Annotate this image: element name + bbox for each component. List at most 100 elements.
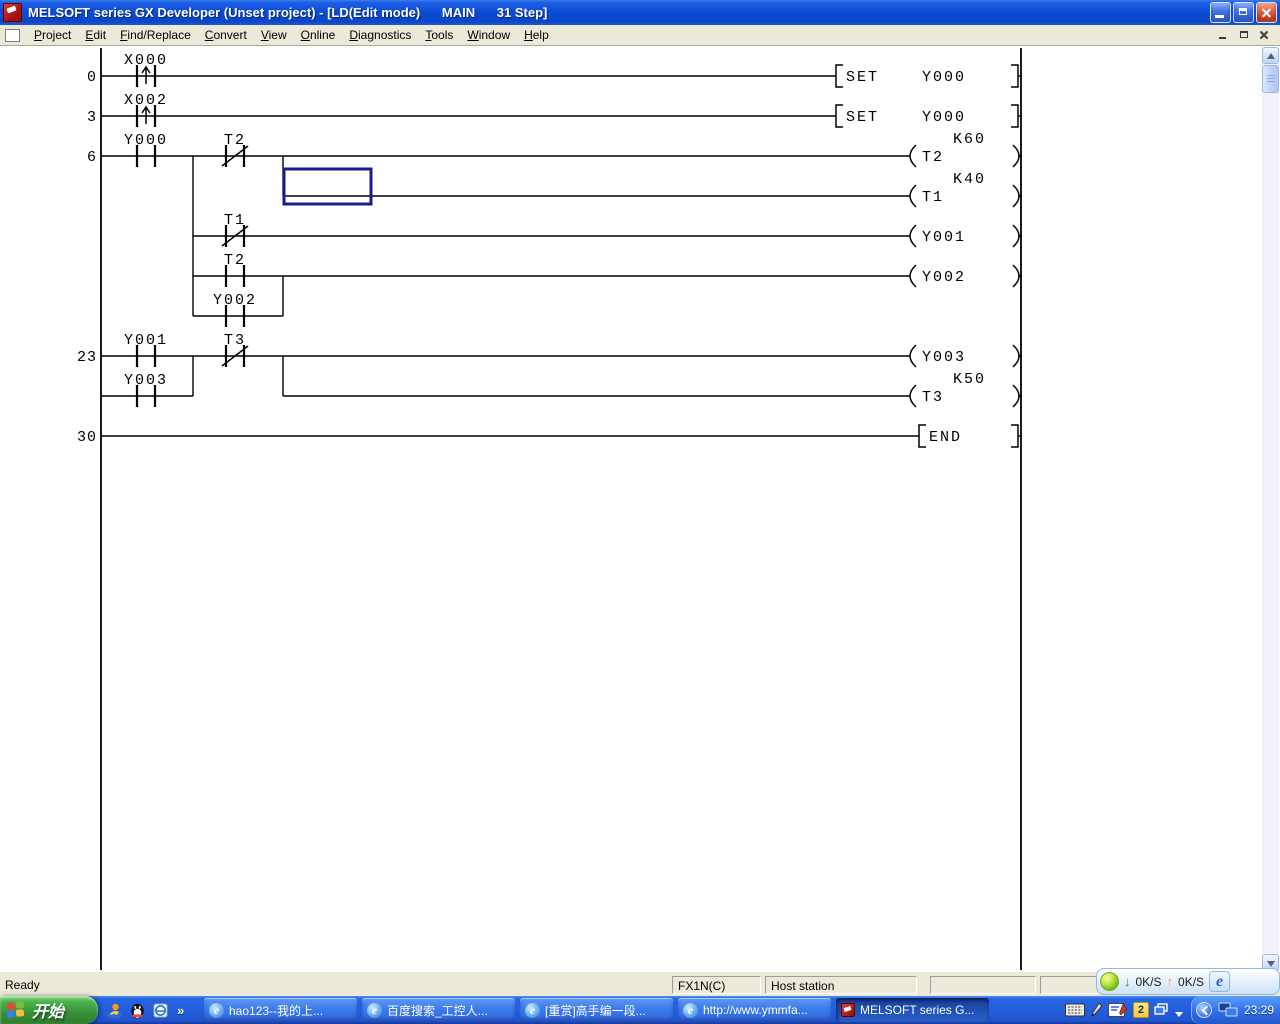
taskbar-button-hao123[interactable]: e hao123--我的上... bbox=[204, 998, 357, 1022]
restore-button[interactable] bbox=[1233, 2, 1254, 23]
status-panel-empty-1 bbox=[930, 976, 1036, 994]
ladder-contact-x002-rising[interactable]: X002 bbox=[124, 92, 168, 127]
taskbar-button-baidu-search[interactable]: e百度搜索_工控人... bbox=[362, 998, 515, 1022]
hide-icons-chevron[interactable] bbox=[1196, 1002, 1212, 1018]
language-bar-options-caret[interactable] bbox=[1175, 1012, 1183, 1017]
start-button[interactable]: 开始 bbox=[0, 996, 98, 1024]
menu-item-edit[interactable]: Edit bbox=[78, 25, 113, 45]
coil-left-paren bbox=[910, 265, 916, 287]
arrow-up-icon bbox=[1267, 53, 1275, 59]
contact-label: T2 bbox=[224, 132, 246, 149]
ladder-step-number: 23 bbox=[77, 349, 97, 366]
ie-task-icon: e bbox=[209, 1003, 224, 1018]
ladder-contact-y002-no[interactable]: Y002 bbox=[213, 292, 257, 327]
taskbar-button-label: MELSOFT series G... bbox=[860, 1003, 974, 1017]
coil-label: Y002 bbox=[922, 269, 966, 286]
coil-left-paren bbox=[910, 385, 916, 407]
status-station: Host station bbox=[765, 976, 917, 994]
mdi-close-button[interactable] bbox=[1256, 28, 1272, 42]
pen-icon[interactable] bbox=[1090, 1002, 1103, 1018]
ladder-editor[interactable]: 0362330X000X002Y000T2T1T2Y002Y001T3Y003T… bbox=[0, 47, 1262, 971]
ladder-edit-cursor[interactable] bbox=[284, 169, 371, 204]
status-ready: Ready bbox=[5, 978, 40, 992]
ladder-step-number: 0 bbox=[87, 69, 97, 86]
quick-launch-overflow-chevron[interactable]: » bbox=[177, 1003, 184, 1018]
quick-launch-messenger-icon[interactable] bbox=[106, 1002, 123, 1019]
menu-item-find-replace[interactable]: Find/Replace bbox=[113, 25, 198, 45]
quick-launch-ie-icon[interactable] bbox=[152, 1002, 169, 1019]
ladder-diagram[interactable]: 0362330X000X002Y000T2T1T2Y002Y001T3Y003T… bbox=[0, 47, 1262, 971]
close-button[interactable] bbox=[1256, 2, 1277, 23]
taskbar-button-label: 百度搜索_工控人... bbox=[387, 1002, 488, 1019]
coil-param: K40 bbox=[953, 171, 986, 188]
ime-status-icon[interactable] bbox=[1108, 1002, 1128, 1018]
ladder-coil-t2[interactable]: T2K60 bbox=[910, 131, 1021, 167]
ie-task-icon: e bbox=[683, 1003, 698, 1018]
minimize-button[interactable] bbox=[1210, 2, 1231, 23]
ladder-instruction-set[interactable]: SETY000 bbox=[836, 105, 1021, 127]
instr-opcode: SET bbox=[846, 109, 879, 126]
ladder-contact-t3-nc[interactable]: T3 bbox=[222, 332, 248, 367]
ladder-contact-t2-no[interactable]: T2 bbox=[224, 252, 246, 287]
ie-browser-icon[interactable]: e bbox=[1209, 971, 1230, 992]
notification-area: 23:29 bbox=[1191, 996, 1280, 1024]
ladder-coil-y001[interactable]: Y001 bbox=[910, 225, 1021, 247]
network-speed-widget[interactable]: ↓ 0K/S ↑ 0K/S e bbox=[1096, 968, 1280, 995]
taskbar-button-forum-post[interactable]: e[重赏]高手编一段... bbox=[520, 998, 673, 1022]
quick-launch-qq-icon[interactable] bbox=[129, 1002, 146, 1019]
menu-item-tools[interactable]: Tools bbox=[418, 25, 460, 45]
menu-bar: ProjectEditFind/ReplaceConvertViewOnline… bbox=[0, 25, 1280, 46]
scrollbar-thumb[interactable] bbox=[1262, 65, 1279, 93]
mdi-minimize-button[interactable] bbox=[1216, 28, 1232, 42]
menu-item-view[interactable]: View bbox=[254, 25, 294, 45]
ladder-contact-y000-no[interactable]: Y000 bbox=[124, 132, 168, 167]
menu-item-online[interactable]: Online bbox=[294, 25, 343, 45]
arrow-down-icon bbox=[1267, 961, 1275, 967]
taskbar-button-label: [重赏]高手编一段... bbox=[545, 1002, 646, 1019]
ladder-contact-y003-no[interactable]: Y003 bbox=[124, 372, 168, 407]
melsoft-app-icon[interactable] bbox=[3, 3, 22, 22]
network-icon[interactable] bbox=[1218, 1002, 1238, 1018]
ladder-coil-t1[interactable]: T1 K40 bbox=[910, 171, 1021, 207]
taskbar-button-label: http://www.ymmfa... bbox=[703, 1003, 808, 1017]
taskbar-button-label: hao123--我的上... bbox=[229, 1002, 323, 1019]
mdi-restore-button[interactable] bbox=[1236, 28, 1252, 42]
security-orb-icon[interactable] bbox=[1100, 972, 1119, 991]
instr-right-bracket bbox=[1011, 105, 1018, 127]
menu-item-diagnostics[interactable]: Diagnostics bbox=[342, 25, 418, 45]
coil-label: T1 bbox=[922, 189, 944, 206]
ladder-instruction-set[interactable]: SETY000 bbox=[836, 65, 1021, 87]
mdi-child-icon[interactable] bbox=[5, 29, 20, 42]
ladder-contact-t1-nc[interactable]: T1 bbox=[222, 212, 248, 247]
ladder-contact-t2-nc[interactable]: T2 bbox=[222, 132, 248, 167]
title-bar: MELSOFT series GX Developer (Unset proje… bbox=[0, 0, 1280, 25]
menu-item-convert[interactable]: Convert bbox=[198, 25, 254, 45]
menu-item-help[interactable]: Help bbox=[517, 25, 556, 45]
menu-item-window[interactable]: Window bbox=[460, 25, 517, 45]
taskbar-button-melsoft[interactable]: MELSOFT series G... bbox=[836, 998, 989, 1022]
quick-launch-bar: » bbox=[106, 999, 184, 1021]
scroll-up-button[interactable] bbox=[1262, 47, 1279, 64]
contact-label: Y000 bbox=[124, 132, 168, 149]
ladder-coil-t3[interactable]: T3K50 bbox=[910, 371, 1021, 407]
contact-label: Y001 bbox=[124, 332, 168, 349]
ladder-coil-y003[interactable]: Y003 bbox=[910, 345, 1021, 367]
ime-number-icon[interactable]: 2 bbox=[1133, 1002, 1149, 1018]
coil-left-paren bbox=[910, 145, 916, 167]
coil-left-paren bbox=[910, 225, 916, 247]
keyboard-icon[interactable] bbox=[1065, 1003, 1085, 1017]
contact-label: X002 bbox=[124, 92, 168, 109]
taskbar-button-ymmfa-url[interactable]: e http://www.ymmfa... bbox=[678, 998, 831, 1022]
ladder-instruction-end[interactable]: END bbox=[919, 425, 1021, 447]
contact-label: T2 bbox=[224, 252, 246, 269]
screen: MELSOFT series GX Developer (Unset proje… bbox=[0, 0, 1280, 1024]
language-bar-restore-icon[interactable] bbox=[1154, 1003, 1170, 1017]
ladder-coil-y002[interactable]: Y002 bbox=[910, 265, 1021, 287]
vertical-scrollbar[interactable] bbox=[1262, 47, 1279, 971]
menu-item-project[interactable]: Project bbox=[27, 25, 78, 45]
ladder-step-number: 3 bbox=[87, 109, 97, 126]
upload-speed: 0K/S bbox=[1178, 975, 1204, 989]
ladder-contact-y001-no[interactable]: Y001 bbox=[124, 332, 168, 367]
tray-clock[interactable]: 23:29 bbox=[1244, 1003, 1274, 1017]
ladder-contact-x000-rising[interactable]: X000 bbox=[124, 52, 168, 87]
